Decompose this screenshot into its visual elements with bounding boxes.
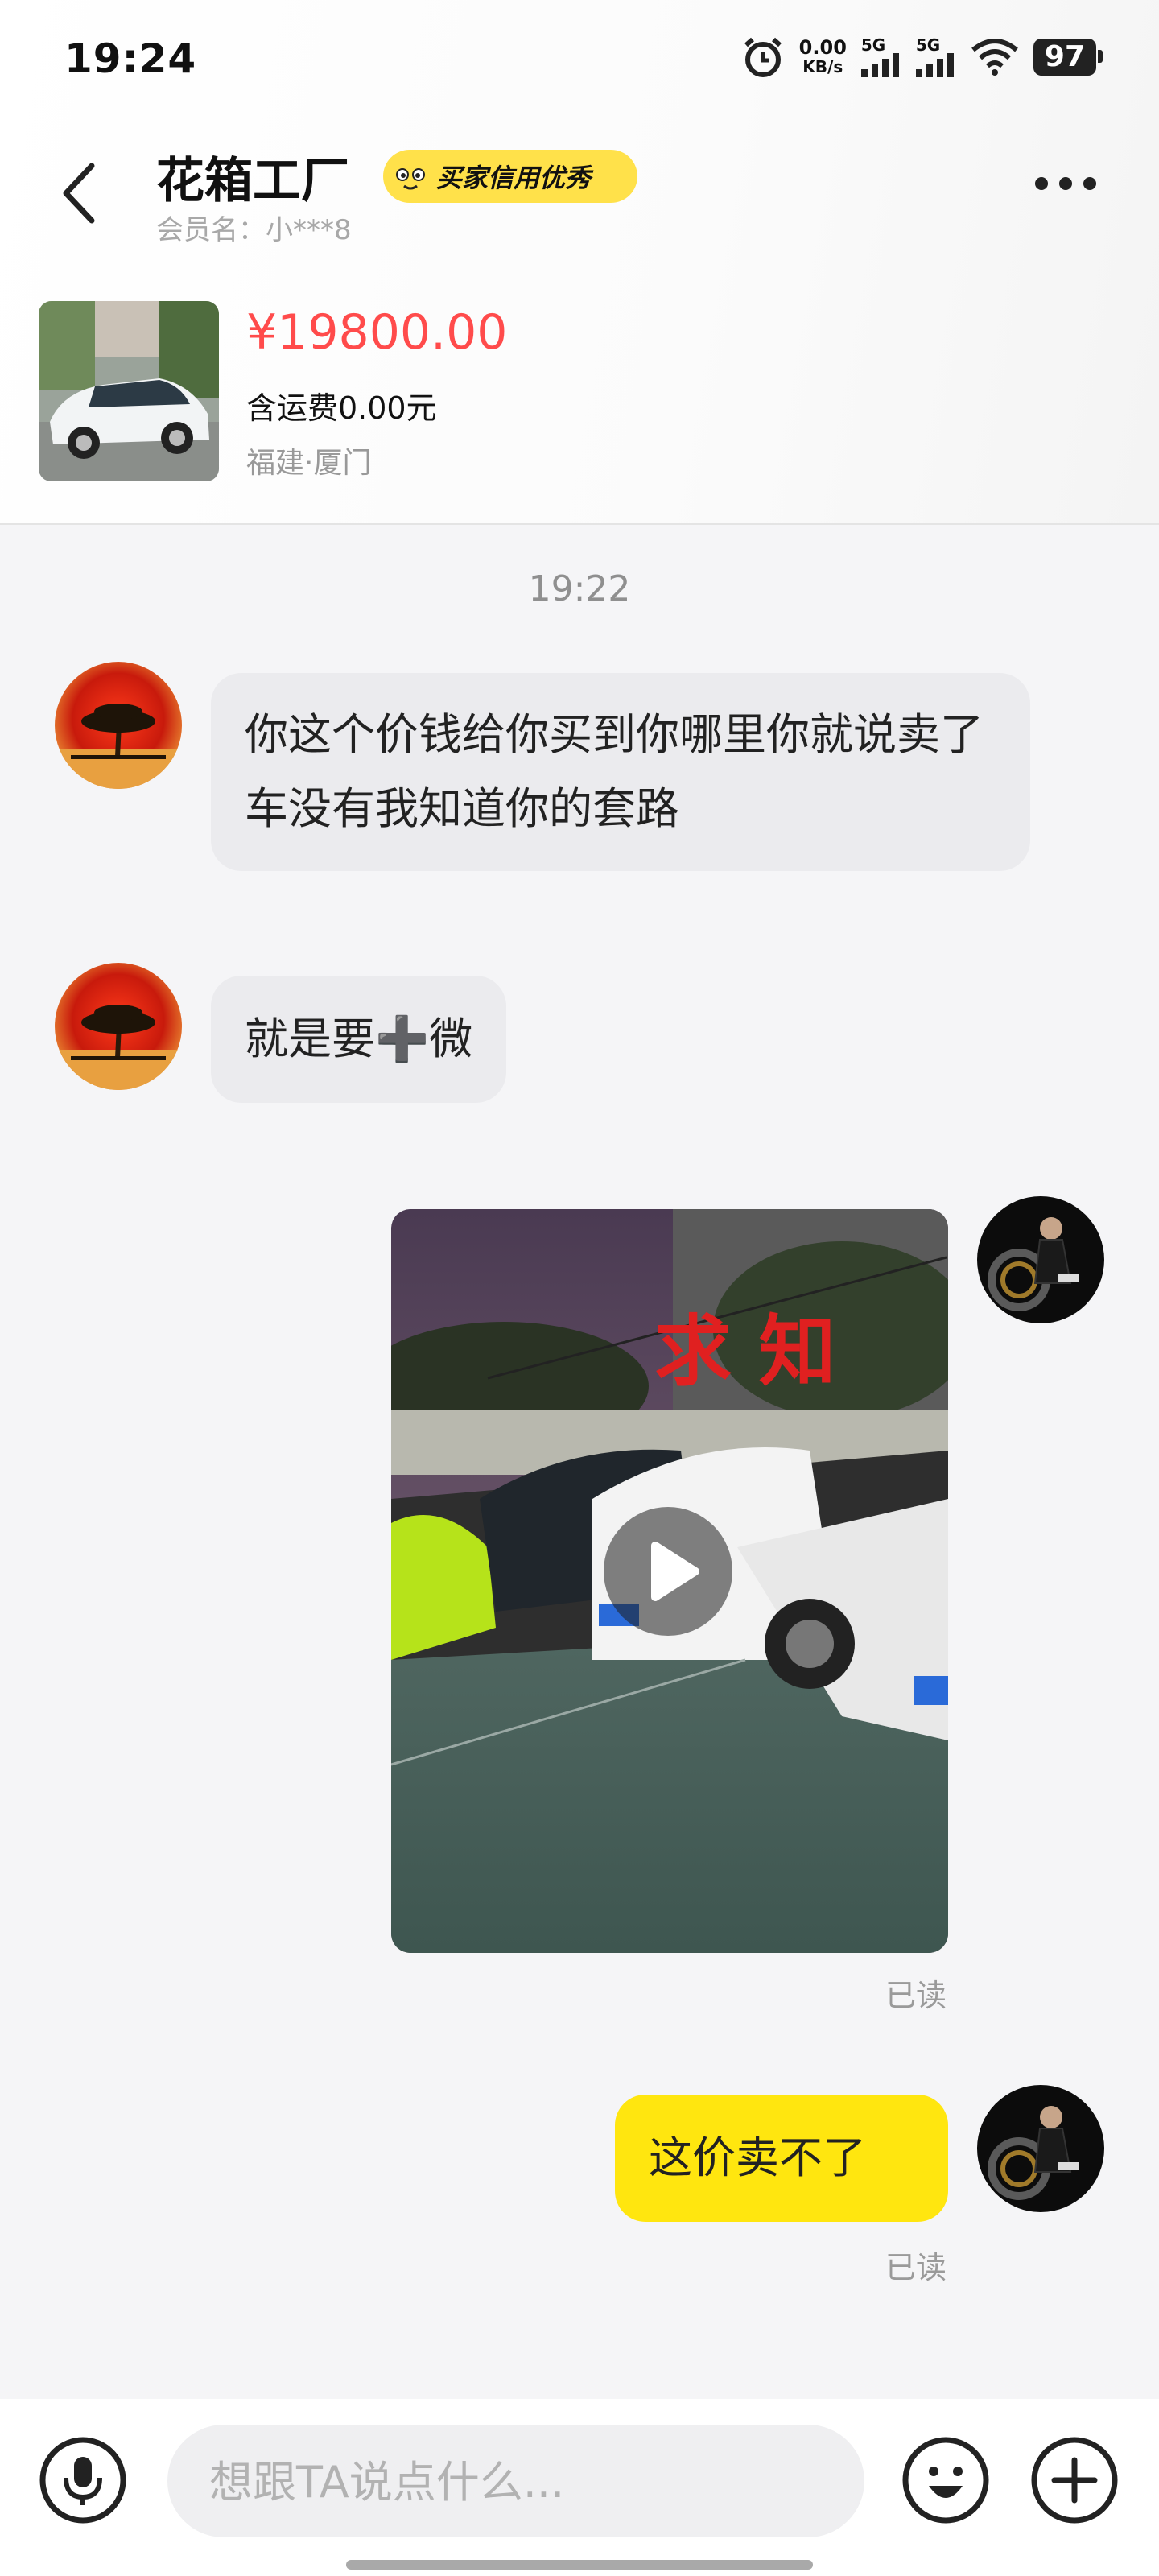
shop-name[interactable]: 花箱工厂 <box>156 142 349 212</box>
signal-bars-icon <box>915 53 954 77</box>
sunset-tree-avatar <box>55 963 182 1090</box>
message-text: 就是要➕微 <box>245 1013 473 1064</box>
car-photo <box>39 301 219 481</box>
status-icons: 0.00 KB/s 5G 5G 97 <box>741 35 1103 79</box>
wifi-icon <box>971 39 1018 76</box>
person-with-wheel-avatar <box>977 2085 1104 2212</box>
message-bubble-incoming[interactable]: 就是要➕微 <box>211 976 507 1103</box>
credit-badge-label: 买家信用优秀 <box>436 163 592 193</box>
add-button[interactable] <box>1030 2436 1119 2524</box>
net-speed-value: 0.00 <box>798 36 847 59</box>
play-button[interactable] <box>604 1507 732 1636</box>
dot-icon <box>1083 177 1096 190</box>
credit-badge[interactable]: 买家信用优秀 <box>383 150 637 203</box>
status-time: 19:24 <box>64 35 197 82</box>
seller-avatar[interactable] <box>55 963 182 1090</box>
read-status: 已读 <box>885 1978 947 2013</box>
emoji-icon <box>902 2437 989 2524</box>
chevron-left-icon <box>63 163 95 224</box>
seller-avatar[interactable] <box>55 662 182 789</box>
back-button[interactable] <box>56 161 105 225</box>
my-avatar[interactable] <box>977 1196 1104 1323</box>
signal-1: 5G <box>860 35 901 77</box>
battery-indicator: 97 <box>1033 39 1103 76</box>
message-input[interactable] <box>208 2425 839 2539</box>
my-avatar[interactable] <box>977 2085 1104 2212</box>
more-options-button[interactable] <box>1035 177 1096 190</box>
person-with-wheel-avatar <box>977 1196 1104 1323</box>
product-image[interactable] <box>39 301 219 481</box>
wall-sign-text: 求 知 <box>654 1307 835 1397</box>
message-text: 这价卖不了 <box>649 2132 866 2183</box>
message-input-container[interactable] <box>167 2425 864 2539</box>
net-speed-unit: KB/s <box>802 57 843 76</box>
message-bubble-incoming[interactable]: 你这个价钱给你买到你哪里你就说卖了车没有我知道你的套路 <box>211 673 1030 871</box>
status-bar: 19:24 0.00 KB/s 5G 5G 97 <box>0 0 1159 121</box>
voice-button[interactable] <box>39 2436 127 2524</box>
signal-1-label: 5G <box>860 35 886 55</box>
read-status: 已读 <box>885 2250 947 2285</box>
message-bubble-outgoing[interactable]: 这价卖不了 <box>615 2095 948 2222</box>
product-price: ¥19800.00 <box>246 304 508 361</box>
plus-icon <box>1031 2437 1118 2524</box>
signal-2-label: 5G <box>915 35 941 55</box>
net-speed: 0.00 KB/s <box>799 38 847 76</box>
home-indicator[interactable] <box>346 2560 813 2570</box>
dot-icon <box>1035 177 1048 190</box>
product-shipping: 含运费0.00元 <box>246 390 437 426</box>
dot-icon <box>1059 177 1072 190</box>
message-text: 你这个价钱给你买到你哪里你就说卖了车没有我知道你的套路 <box>245 709 984 834</box>
signal-2: 5G <box>915 35 956 77</box>
smiley-face-icon <box>391 160 430 196</box>
product-location: 福建·厦门 <box>246 447 372 480</box>
alarm-icon <box>744 37 782 77</box>
sunset-tree-avatar <box>55 662 182 789</box>
member-name: 会员名：小***8 <box>156 214 352 246</box>
play-icon <box>651 1542 699 1601</box>
microphone-icon <box>39 2437 126 2524</box>
signal-bars-icon <box>860 53 899 77</box>
video-message[interactable]: 求 知 <box>391 1209 948 1953</box>
emoji-button[interactable] <box>901 2436 990 2524</box>
chat-timestamp: 19:22 <box>528 568 631 609</box>
